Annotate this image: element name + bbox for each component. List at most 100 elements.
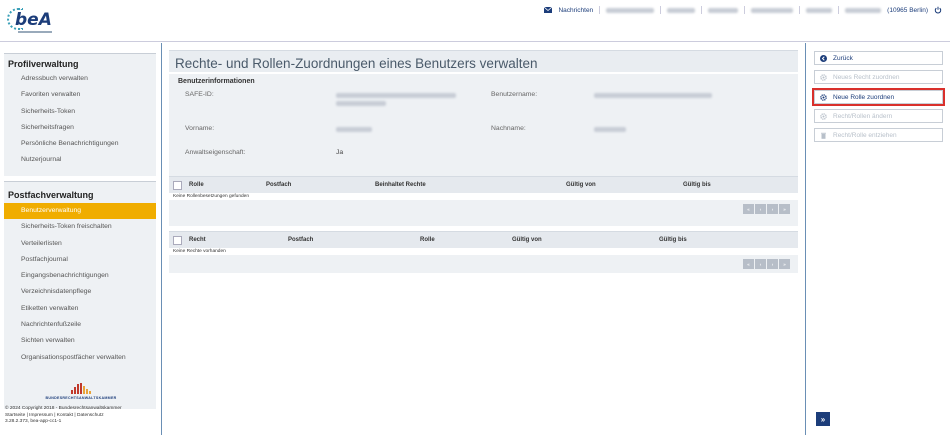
sidebar-item-favorites[interactable]: Favoriten verwalten [4,87,156,103]
empty-row [169,248,798,255]
divider [838,6,840,14]
redacted-safe-id [336,93,456,98]
roles-table: Rolle Postfach Beinhaltet Rechte Gültig … [169,176,798,226]
rights-empty-message: Keine Rechte vorhanden [173,249,226,254]
assign-right-button[interactable]: Neues Recht zuordnen [814,70,943,84]
redacted-menu-item[interactable] [708,7,739,13]
column-header-valid-to[interactable]: Gültig bis [683,182,711,188]
select-all-checkbox[interactable] [173,181,182,190]
redacted-firstname [336,127,372,132]
logo-text: beA [15,10,52,30]
sidebar-item-distribution-lists[interactable]: Verteilerlisten [4,236,156,252]
divider [599,6,601,14]
bea-logo[interactable]: beA [6,6,60,36]
divider [701,6,703,14]
page-title: Rechte- und Rollen-Zuordnungen eines Ben… [169,50,798,72]
profile-management-panel: Profilverwaltung Adressbuch verwalten Fa… [4,53,156,176]
safe-id-label: SAFE-ID: [185,91,214,98]
sidebar-item-labels[interactable]: Etiketten verwalten [4,301,156,317]
rights-table-header: Recht Postfach Rolle Gültig von Gültig b… [169,231,798,248]
column-header-right[interactable]: Recht [189,237,206,243]
column-header-includes-rights[interactable]: Beinhaltet Rechte [375,182,426,188]
last-page-button[interactable]: » [779,204,790,214]
select-all-checkbox[interactable] [173,236,182,245]
empty-row [169,193,798,200]
lawyer-value: Ja [336,149,344,156]
sidebar-footer: © 2024 Copyright 2018 - Bundesrechtsanwa… [5,406,122,426]
redacted-menu-item[interactable] [606,7,655,13]
user-info-title: Benutzerinformationen [178,78,255,85]
mailbox-management-title: Postfachverwaltung [8,190,94,200]
column-header-valid-to[interactable]: Gültig bis [659,237,687,243]
column-header-mailbox[interactable]: Postfach [266,182,291,188]
first-page-button[interactable]: « [743,204,754,214]
redacted-menu-item[interactable] [667,7,696,13]
logo-subtitle-line [18,31,52,33]
assign-right-label: Neues Recht zuordnen [833,73,900,81]
back-arrow-icon [820,54,827,62]
rights-table: Recht Postfach Rolle Gültig von Gültig b… [169,231,798,273]
sidebar-item-directory-maintenance[interactable]: Verzeichnisdatenpflege [4,284,156,300]
redacted-safe-id [336,101,386,106]
revoke-button[interactable]: Recht/Rolle entziehen [814,128,943,142]
gear-icon [820,73,827,81]
column-header-mailbox[interactable]: Postfach [288,237,313,243]
next-page-button[interactable]: › [767,204,778,214]
redacted-menu-item[interactable] [806,7,833,13]
back-button[interactable]: Zurück [814,51,943,65]
envelope-icon[interactable] [544,7,553,13]
last-page-button[interactable]: » [779,259,790,269]
sidebar-item-mailbox-journal[interactable]: Postfachjournal [4,252,156,268]
trash-icon [820,132,827,139]
prev-page-button[interactable]: ‹ [755,204,766,214]
redacted-menu-item[interactable] [751,7,794,13]
version-text: 3.28.2.373, bea-app-cc1-1 [5,419,62,425]
next-page-button[interactable]: › [767,259,778,269]
lastname-label: Nachname: [491,125,526,132]
sidebar-item-security-questions[interactable]: Sicherheitsfragen [4,120,156,136]
gear-icon [820,93,827,101]
mailbox-management-panel: Postfachverwaltung Benutzerverwaltung Si… [4,181,156,409]
column-header-role[interactable]: Rolle [420,237,435,243]
back-button-label: Zurück [833,54,853,62]
copyright-text: © 2024 Copyright 2018 - Bundesrechtsanwa… [5,406,122,411]
messages-link[interactable]: Nachrichten [558,7,593,14]
divider [799,6,801,14]
gear-icon [820,112,827,120]
sidebar-item-incoming-notifications[interactable]: Eingangsbenachrichtigungen [4,268,156,284]
brak-logo[interactable]: BUNDESRECHTSANWALTSKAMMER [0,383,162,400]
column-header-role[interactable]: Rolle [189,182,204,188]
roles-pager: « ‹ › » [743,204,790,214]
sidebar-item-personal-notifications[interactable]: Persönliche Benachrichtigungen [4,136,156,152]
assign-role-button[interactable]: Neue Rolle zuordnen [812,88,945,106]
profile-management-title: Profilverwaltung [8,59,79,69]
lawyer-label: Anwaltseigenschaft: [185,149,246,156]
revoke-label: Recht/Rolle entziehen [833,131,897,139]
sidebar-item-views[interactable]: Sichten verwalten [4,333,156,349]
sidebar-item-organization-mailboxes[interactable]: Organisationspostfächer verwalten [4,350,156,366]
top-bar: Nachrichten (10965 Berlin) [544,4,942,16]
change-right-label: Recht/Rollen ändern [833,112,893,120]
firstname-label: Vorname: [185,125,215,132]
user-location: (10965 Berlin) [887,6,928,14]
column-header-valid-from[interactable]: Gültig von [512,237,542,243]
divider [660,6,662,14]
rights-pager: « ‹ › » [743,259,790,269]
first-page-button[interactable]: « [743,259,754,269]
sidebar-item-security-token[interactable]: Sicherheits-Token [4,104,156,120]
prev-page-button[interactable]: ‹ [755,259,766,269]
power-icon[interactable] [934,6,942,14]
change-right-button[interactable]: Recht/Rollen ändern [814,109,943,123]
left-sidebar: Profilverwaltung Adressbuch verwalten Fa… [0,43,162,435]
redacted-lastname [594,127,626,132]
sidebar-item-address-book[interactable]: Adressbuch verwalten [4,71,156,87]
sidebar-item-user-journal[interactable]: Nutzerjournal [4,152,156,168]
expand-panel-button[interactable]: » [816,412,830,426]
username-label: Benutzername: [491,91,538,98]
sidebar-item-message-footer[interactable]: Nachrichtenfußzeile [4,317,156,333]
actions-panel: Zurück Neues Recht zuordnen Neue Rolle z… [805,43,950,435]
divider [744,6,746,14]
sidebar-item-user-management[interactable]: Benutzerverwaltung [4,203,156,220]
sidebar-item-unlock-token[interactable]: Sicherheits-Token freischalten [4,219,156,235]
column-header-valid-from[interactable]: Gültig von [566,182,596,188]
